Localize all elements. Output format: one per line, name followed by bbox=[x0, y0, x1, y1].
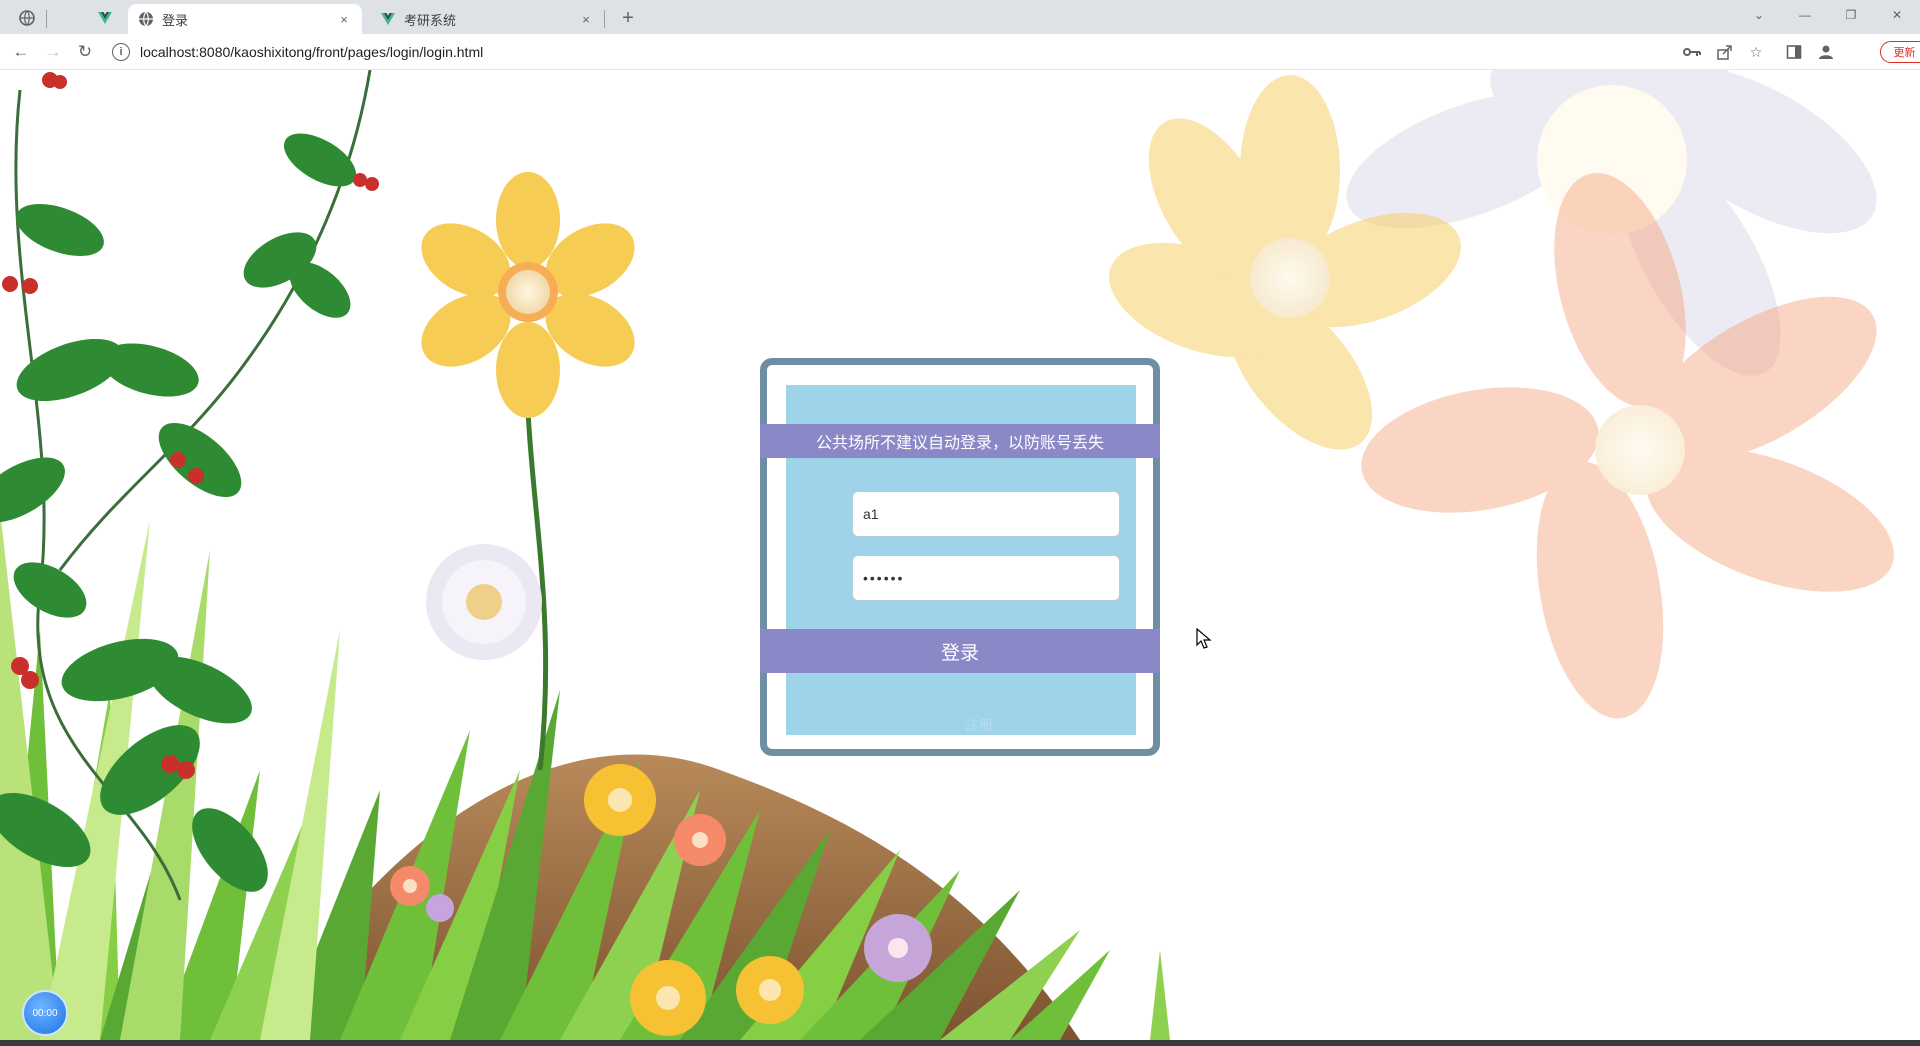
login-card: 注册 公共场所不建议自动登录，以防账号丢失 登录 bbox=[760, 358, 1160, 756]
password-input[interactable] bbox=[852, 555, 1120, 601]
back-icon[interactable]: ← bbox=[8, 39, 34, 65]
tab-search-icon[interactable]: ⌄ bbox=[1736, 0, 1782, 30]
yellow-flower bbox=[421, 172, 635, 771]
close-icon[interactable]: × bbox=[578, 11, 594, 27]
globe-icon bbox=[19, 10, 35, 26]
tab-kaoshi[interactable]: 考研系统 × bbox=[370, 4, 604, 34]
address-bar[interactable]: i localhost:8080/kaoshixitong/front/page… bbox=[112, 38, 1672, 66]
close-icon[interactable]: × bbox=[336, 11, 352, 27]
new-tab-button[interactable]: + bbox=[614, 4, 642, 32]
tab-login[interactable]: 登录 × bbox=[128, 4, 362, 34]
globe-icon bbox=[138, 11, 154, 27]
url-text: localhost:8080/kaoshixitong/front/pages/… bbox=[140, 44, 484, 60]
info-icon[interactable]: i bbox=[112, 43, 130, 61]
tab-title: 登录 bbox=[162, 12, 189, 28]
tab-separator bbox=[46, 10, 47, 28]
login-notice: 公共场所不建议自动登录，以防账号丢失 bbox=[760, 424, 1160, 458]
reload-icon[interactable]: ↻ bbox=[72, 39, 98, 65]
star-icon[interactable]: ☆ bbox=[1744, 40, 1768, 64]
login-button[interactable]: 登录 bbox=[760, 629, 1160, 673]
mouse-cursor-icon bbox=[1196, 628, 1212, 649]
username-input[interactable] bbox=[852, 491, 1120, 537]
side-panel-icon[interactable] bbox=[1782, 40, 1806, 64]
update-button[interactable]: 更新⋮ bbox=[1880, 41, 1920, 63]
minimize-icon[interactable]: — bbox=[1782, 0, 1828, 30]
key-icon[interactable] bbox=[1680, 40, 1704, 64]
window-close-icon[interactable]: ✕ bbox=[1874, 0, 1920, 30]
pinned-tab-vue[interactable] bbox=[88, 4, 122, 32]
white-daisy bbox=[426, 544, 542, 660]
page-viewport: 注册 公共场所不建议自动登录，以防账号丢失 登录 bbox=[0, 70, 1920, 1040]
profile-icon[interactable] bbox=[1814, 40, 1838, 64]
forward-icon[interactable]: → bbox=[40, 39, 66, 65]
taskbar-strip bbox=[0, 1040, 1920, 1046]
browser-toolbar: ← → ↻ i localhost:8080/kaoshixitong/fron… bbox=[0, 34, 1920, 70]
tab-separator bbox=[604, 10, 605, 28]
floating-avatar[interactable]: 00:00 bbox=[22, 990, 68, 1036]
tab-title: 考研系统 bbox=[404, 12, 457, 28]
share-icon[interactable] bbox=[1712, 40, 1736, 64]
vue-icon bbox=[380, 11, 396, 27]
vue-icon bbox=[98, 12, 112, 24]
maximize-icon[interactable]: ❐ bbox=[1828, 0, 1874, 30]
pinned-tab[interactable] bbox=[10, 4, 44, 32]
tab-strip: 登录 × 考研系统 × + ⌄ — ❐ ✕ bbox=[0, 0, 1920, 34]
update-label: 更新 bbox=[1893, 47, 1916, 59]
register-link[interactable]: 注册 bbox=[786, 715, 1172, 735]
